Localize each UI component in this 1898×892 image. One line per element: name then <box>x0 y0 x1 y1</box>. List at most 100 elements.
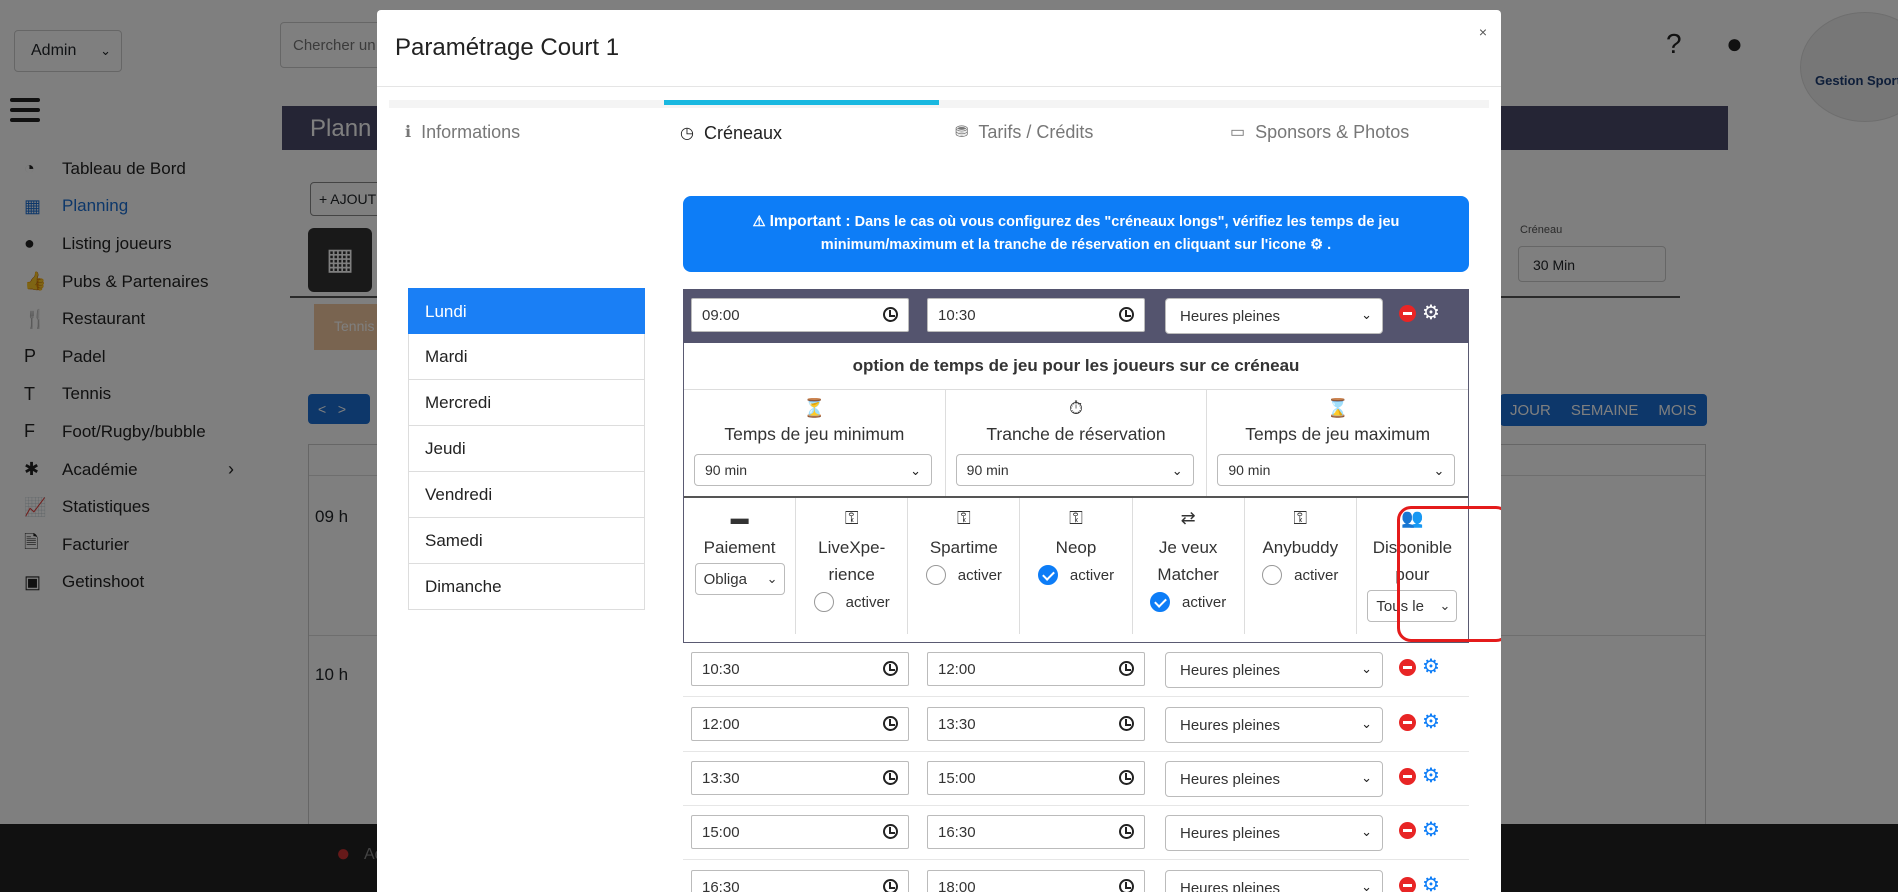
important-alert: ⚠ Important : Dans le cas où vous config… <box>683 196 1469 272</box>
time-slot-row: 09:00 10:30 Heures pleines ⌄ ⚙ <box>683 289 1469 343</box>
gear-icon[interactable]: ⚙ <box>1422 875 1440 892</box>
start-time-value: 10:30 <box>702 661 740 678</box>
tab-informations[interactable]: ℹ Informations <box>389 108 664 156</box>
clock-icon <box>1119 307 1134 322</box>
duration-select[interactable]: 90 min ⌄ <box>955 454 1194 486</box>
integration-je-veux-matcher: ⇄ Je veux Matcher activer <box>1133 498 1245 634</box>
clock-icon <box>1119 661 1134 676</box>
slot-start-time[interactable]: 16:30 <box>691 870 909 892</box>
slot-end-time[interactable]: 10:30 <box>927 298 1145 332</box>
remove-slot-icon[interactable] <box>1399 768 1416 785</box>
slot-start-time[interactable]: 15:00 <box>691 815 909 849</box>
duration-cell: ⌛ Temps de jeu maximum 90 min ⌄ <box>1207 390 1468 496</box>
clock-icon <box>883 770 898 785</box>
tab-label: Créneaux <box>703 122 783 143</box>
tab-sponsors[interactable]: ▭ Sponsors & Photos <box>1214 108 1489 156</box>
remove-slot-icon[interactable] <box>1399 822 1416 839</box>
activate-label: activer <box>845 593 890 611</box>
radio-button[interactable] <box>1037 565 1058 585</box>
tab-creneaux[interactable]: ◷ Créneaux <box>664 100 939 156</box>
day-item-dimanche[interactable]: Dimanche <box>408 564 645 610</box>
chevron-down-icon: ⌄ <box>1361 879 1372 892</box>
chevron-down-icon: ⌄ <box>910 463 921 478</box>
remove-slot-icon[interactable] <box>1399 659 1416 676</box>
day-item-jeudi[interactable]: Jeudi <box>408 426 645 472</box>
gear-icon: ⚙ <box>1310 237 1324 253</box>
activate-toggle[interactable]: activer <box>1150 592 1226 612</box>
integration-select[interactable]: Obliga ⌄ <box>694 563 785 595</box>
end-time-value: 10:30 <box>938 307 976 324</box>
tab-label: Tarifs / Crédits <box>978 121 1094 142</box>
slot-start-time[interactable]: 13:30 <box>691 761 909 795</box>
radio-button[interactable] <box>1262 565 1283 585</box>
remove-slot-icon[interactable] <box>1399 877 1416 892</box>
slot-mode-value: Heures pleines <box>1180 717 1281 734</box>
slot-mode-value: Heures pleines <box>1180 825 1281 842</box>
start-time-value: 12:00 <box>702 716 740 733</box>
integration-label: Je veux Matcher <box>1157 538 1219 584</box>
slot-mode-select[interactable]: Heures pleines ⌄ <box>1165 761 1383 797</box>
duration-value: 90 min <box>966 462 1009 478</box>
play-time-options: option de temps de jeu pour les joueurs … <box>683 343 1469 643</box>
radio-button[interactable] <box>813 592 834 612</box>
start-time-value: 09:00 <box>702 307 740 324</box>
neop-highlight-box <box>1397 506 1501 642</box>
slot-mode-select[interactable]: Heures pleines ⌄ <box>1165 652 1383 688</box>
chevron-down-icon: ⌄ <box>1361 770 1372 785</box>
gear-icon[interactable]: ⚙ <box>1422 766 1440 786</box>
day-item-lundi[interactable]: Lundi <box>408 288 645 334</box>
integration-label: Neop <box>1055 538 1097 557</box>
chevron-down-icon: ⌄ <box>766 571 778 586</box>
slot-actions: ⚙ <box>1399 766 1440 786</box>
slot-mode-select[interactable]: Heures pleines ⌄ <box>1165 815 1383 851</box>
gear-icon[interactable]: ⚙ <box>1422 820 1440 840</box>
duration-label: Temps de jeu minimum <box>724 424 905 444</box>
activate-label: activer <box>1069 566 1115 584</box>
people-arrows-icon: ⇄ <box>1180 508 1196 528</box>
slot-mode-select[interactable]: Heures pleines ⌄ <box>1165 870 1383 892</box>
slot-start-time[interactable]: 10:30 <box>691 652 909 686</box>
slot-start-time[interactable]: 09:00 <box>691 298 909 332</box>
activate-toggle[interactable]: activer <box>813 592 890 612</box>
activate-label: activer <box>1294 566 1339 584</box>
activate-toggle[interactable]: activer <box>925 565 1002 585</box>
slot-actions: ⚙ <box>1399 820 1440 840</box>
gear-icon[interactable]: ⚙ <box>1422 657 1440 677</box>
activate-toggle[interactable]: activer <box>1262 565 1338 585</box>
slot-actions: ⚙ <box>1399 657 1440 677</box>
slot-end-time[interactable]: 15:00 <box>927 761 1145 795</box>
end-time-value: 13:30 <box>938 716 976 733</box>
duration-value: 90 min <box>705 462 748 478</box>
slot-mode-select[interactable]: Heures pleines ⌄ <box>1165 707 1383 743</box>
radio-button[interactable] <box>1150 592 1171 612</box>
time-slot-row: 16:30 18:00 Heures pleines ⌄ ⚙ <box>683 861 1469 892</box>
day-item-mardi[interactable]: Mardi <box>408 334 645 380</box>
alert-end: . <box>1327 237 1332 253</box>
gear-icon[interactable]: ⚙ <box>1422 712 1440 732</box>
integration-neop: ⚿ Neop activer <box>1020 498 1133 634</box>
tab-tarifs[interactable]: ⛃ Tarifs / Crédits <box>939 108 1214 156</box>
duration-select[interactable]: 90 min ⌄ <box>694 454 932 486</box>
radio-button[interactable] <box>925 565 946 585</box>
slot-end-time[interactable]: 18:00 <box>927 870 1145 892</box>
images-icon: ▭ <box>1230 124 1246 141</box>
gear-icon[interactable]: ⚙ <box>1422 303 1440 323</box>
activate-toggle[interactable]: activer <box>1037 565 1115 585</box>
close-icon[interactable]: × <box>1479 24 1487 40</box>
remove-slot-icon[interactable] <box>1399 305 1416 322</box>
day-item-mercredi[interactable]: Mercredi <box>408 380 645 426</box>
slot-mode-select[interactable]: Heures pleines ⌄ <box>1165 298 1383 334</box>
activate-label: activer <box>1182 593 1227 611</box>
slot-start-time[interactable]: 12:00 <box>691 707 909 741</box>
remove-slot-icon[interactable] <box>1399 714 1416 731</box>
day-item-samedi[interactable]: Samedi <box>408 518 645 564</box>
duration-select[interactable]: 90 min ⌄ <box>1217 454 1456 486</box>
slot-end-time[interactable]: 13:30 <box>927 707 1145 741</box>
day-item-vendredi[interactable]: Vendredi <box>408 472 645 518</box>
warning-icon: ⚠ <box>752 214 766 230</box>
start-time-value: 16:30 <box>702 879 740 892</box>
slot-end-time[interactable]: 16:30 <box>927 815 1145 849</box>
end-time-value: 12:00 <box>938 661 976 678</box>
chevron-down-icon: ⌄ <box>1361 824 1372 839</box>
slot-end-time[interactable]: 12:00 <box>927 652 1145 686</box>
